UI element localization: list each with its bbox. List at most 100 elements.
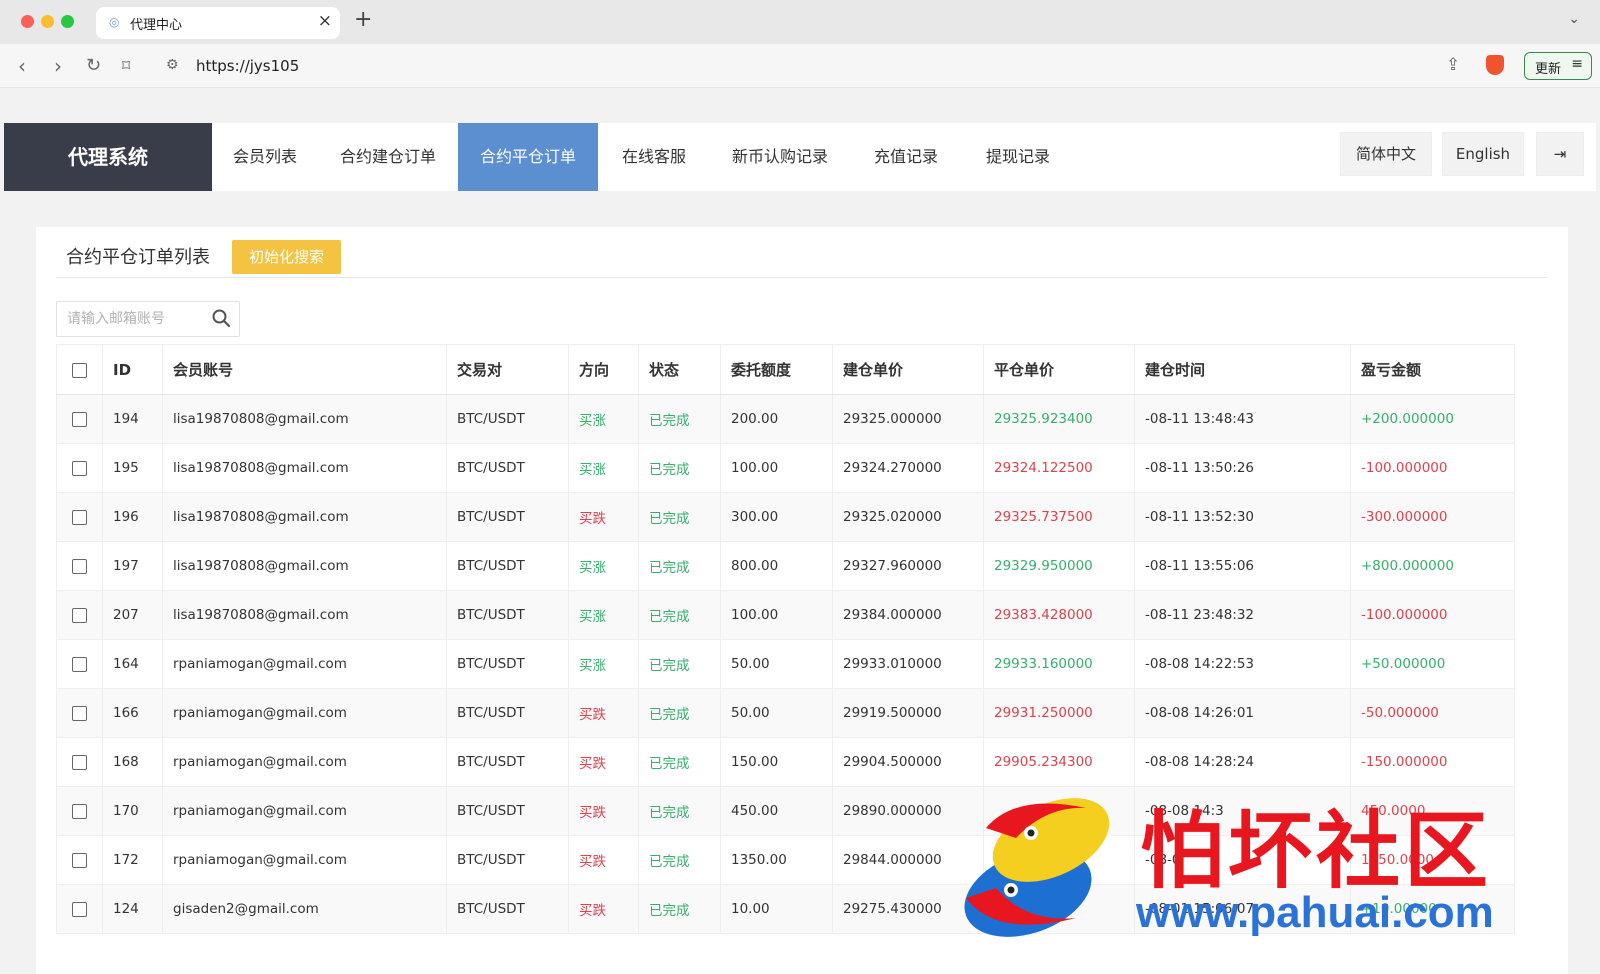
back-icon[interactable]: ‹ — [18, 54, 26, 78]
brave-shield-icon[interactable] — [1486, 55, 1504, 75]
cell-pnl: -50.000000 — [1350, 688, 1515, 738]
cell-open-price: 29325.000000 — [832, 394, 984, 444]
cell-id: 194 — [102, 394, 163, 444]
window-close-button[interactable] — [21, 15, 34, 28]
update-button[interactable]: 更新 ≡ — [1524, 52, 1592, 80]
cell-close-price: 29905.234300 — [983, 737, 1135, 787]
search-input[interactable] — [67, 309, 207, 329]
nav-item-members[interactable]: 会员列表 — [212, 123, 318, 191]
row-checkbox[interactable] — [72, 803, 87, 819]
reset-search-button[interactable]: 初始化搜索 — [232, 240, 341, 274]
cell-status: 已完成 — [638, 884, 721, 934]
table-row: 166 rpaniamogan@gmail.com BTC/USDT 买跌 已完成 50.… — [56, 688, 1515, 738]
cell-open-price: 29919.500000 — [832, 688, 984, 738]
cell-amount: 800.00 — [720, 541, 833, 591]
cell-account: lisa19870808@gmail.com — [162, 492, 447, 542]
cell-direction: 买涨 — [568, 394, 639, 444]
cell-direction: 买跌 — [568, 737, 639, 787]
column-header: 交易对 — [446, 344, 569, 395]
share-icon[interactable]: ⇪ — [1446, 55, 1460, 75]
cell-id: 124 — [102, 884, 163, 934]
cell-amount: 450.00 — [720, 786, 833, 836]
close-icon[interactable]: × — [318, 11, 332, 31]
cell-pnl: -100.000000 — [1350, 443, 1515, 493]
cell-id: 197 — [102, 541, 163, 591]
lang-en-button[interactable]: English — [1442, 132, 1524, 176]
nav-item-close-orders[interactable]: 合约平仓订单 — [458, 123, 598, 191]
row-checkbox[interactable] — [72, 411, 87, 427]
window-zoom-button[interactable] — [61, 15, 74, 28]
cell-open-price: 29324.270000 — [832, 443, 984, 493]
nav-item-support[interactable]: 在线客服 — [598, 123, 710, 191]
cell-status: 已完成 — [638, 541, 721, 591]
globe-icon: ◎ — [109, 15, 120, 29]
cell-account: rpaniamogan@gmail.com — [162, 835, 447, 885]
cell-direction: 买跌 — [568, 492, 639, 542]
table-row: 196 lisa19870808@gmail.com BTC/USDT 买跌 已完成 30… — [56, 492, 1515, 542]
chevron-down-icon[interactable]: ⌄ — [1568, 11, 1580, 27]
reload-icon[interactable]: ↻ — [86, 55, 101, 76]
watermark-title: 怕坏社区 — [1140, 801, 1493, 900]
search-icon[interactable] — [211, 308, 231, 328]
table-row: 168 rpaniamogan@gmail.com BTC/USDT 买跌 已完成 150… — [56, 737, 1515, 787]
cell-pair: BTC/USDT — [446, 786, 569, 836]
new-tab-button[interactable]: + — [354, 7, 372, 32]
row-checkbox[interactable] — [72, 901, 87, 917]
cell-amount: 300.00 — [720, 492, 833, 542]
cell-open-time: -08-11 23:48:32 — [1134, 590, 1351, 640]
tab-title: 代理中心 — [130, 18, 183, 33]
row-checkbox[interactable] — [72, 509, 87, 525]
nav-item-withdrawals[interactable]: 提现记录 — [962, 123, 1074, 191]
address-bar[interactable]: https://jys105 — [196, 57, 299, 75]
brand-logo: 代理系统 — [4, 123, 212, 191]
cell-open-price: 29904.500000 — [832, 737, 984, 787]
row-select-cell — [56, 786, 103, 836]
cell-pair: BTC/USDT — [446, 737, 569, 787]
cell-close-price: 29329.950000 — [983, 541, 1135, 591]
top-navigation: 代理系统 会员列表 合约建仓订单 合约平仓订单 在线客服 新币认购记录 充值记录… — [4, 123, 1596, 191]
row-checkbox[interactable] — [72, 754, 87, 770]
cell-pair: BTC/USDT — [446, 492, 569, 542]
fish-logo-icon — [964, 798, 1110, 937]
cell-account: lisa19870808@gmail.com — [162, 541, 447, 591]
cell-status: 已完成 — [638, 639, 721, 689]
cell-pnl: +800.000000 — [1350, 541, 1515, 591]
window-minimize-button[interactable] — [41, 15, 54, 28]
menu-icon: ≡ — [1571, 56, 1583, 72]
row-checkbox[interactable] — [72, 607, 87, 623]
select-all-checkbox[interactable] — [72, 362, 87, 378]
forward-icon[interactable]: › — [54, 54, 62, 78]
cell-status: 已完成 — [638, 737, 721, 787]
cell-id: 164 — [102, 639, 163, 689]
page-title: 合约平仓订单列表 — [66, 247, 210, 268]
row-checkbox[interactable] — [72, 460, 87, 476]
cell-amount: 50.00 — [720, 688, 833, 738]
row-checkbox[interactable] — [72, 656, 87, 672]
cell-close-price: 29383.428000 — [983, 590, 1135, 640]
row-checkbox[interactable] — [72, 852, 87, 868]
cell-direction: 买跌 — [568, 884, 639, 934]
bookmark-icon[interactable]: ⌑ — [122, 56, 130, 75]
cell-pnl: -100.000000 — [1350, 590, 1515, 640]
cell-direction: 买跌 — [568, 688, 639, 738]
column-header: ID — [102, 344, 163, 395]
cell-open-time: -08-11 13:50:26 — [1134, 443, 1351, 493]
nav-item-subscriptions[interactable]: 新币认购记录 — [710, 123, 850, 191]
logout-button[interactable]: ⇥ — [1536, 132, 1584, 176]
site-settings-icon[interactable]: ⚙ — [166, 57, 179, 73]
cell-account: gisaden2@gmail.com — [162, 884, 447, 934]
row-checkbox[interactable] — [72, 705, 87, 721]
row-checkbox[interactable] — [72, 558, 87, 574]
cell-account: rpaniamogan@gmail.com — [162, 786, 447, 836]
table-row: 194 lisa19870808@gmail.com BTC/USDT 买涨 已完成 20… — [56, 394, 1515, 444]
cell-id: 172 — [102, 835, 163, 885]
cell-id: 168 — [102, 737, 163, 787]
nav-item-deposits[interactable]: 充值记录 — [850, 123, 962, 191]
cell-status: 已完成 — [638, 492, 721, 542]
browser-tab[interactable]: ◎ 代理中心 × — [96, 7, 340, 39]
column-header: 盈亏金额 — [1350, 344, 1515, 395]
nav-item-open-orders[interactable]: 合约建仓订单 — [318, 123, 458, 191]
cell-account: rpaniamogan@gmail.com — [162, 737, 447, 787]
row-select-cell — [56, 394, 103, 444]
lang-zh-button[interactable]: 简体中文 — [1340, 132, 1432, 176]
